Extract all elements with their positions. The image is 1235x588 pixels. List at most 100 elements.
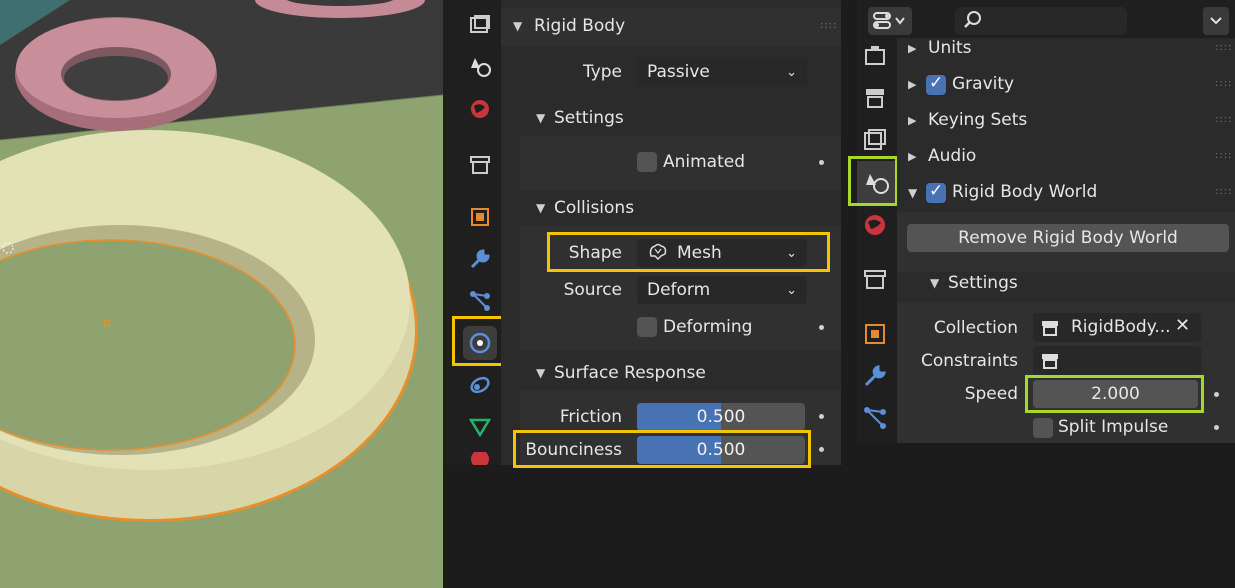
collection-tab[interactable] <box>463 148 497 182</box>
modifier-tab[interactable] <box>463 242 497 276</box>
editor-type-button[interactable] <box>868 7 912 35</box>
modifier-tab[interactable] <box>863 364 887 393</box>
remove-rigid-body-world-button[interactable]: Remove Rigid Body World <box>907 224 1229 252</box>
chevron-down-icon <box>1210 17 1222 25</box>
source-dropdown[interactable]: Deform ⌄ <box>637 276 807 304</box>
wrench-icon <box>864 365 886 387</box>
expand-triangle-icon: ▼ <box>536 111 546 125</box>
expand-triangle-icon: ▼ <box>536 201 546 215</box>
object-icon <box>471 208 489 226</box>
particles-icon <box>470 291 490 311</box>
material-icon <box>471 452 489 465</box>
split-impulse-label: Split Impulse <box>1058 417 1169 437</box>
keyframe-dot[interactable] <box>819 414 824 419</box>
render-tab[interactable] <box>463 8 497 42</box>
friction-value: 0.500 <box>696 407 746 427</box>
collapsed-triangle-icon: ▶ <box>908 42 917 55</box>
animated-label: Animated <box>663 152 746 172</box>
properties-editor-icon <box>873 12 905 29</box>
tool-tab[interactable] <box>863 44 887 73</box>
speed-label: Speed <box>964 384 1018 404</box>
keying-sets-label[interactable]: Keying Sets <box>928 110 1027 130</box>
source-value: Deform <box>647 280 711 300</box>
split-impulse-checkbox[interactable] <box>1033 418 1053 438</box>
scene-tab[interactable] <box>463 50 497 84</box>
3d-viewport[interactable] <box>0 0 443 588</box>
particles-icon <box>864 407 886 429</box>
material-tab[interactable] <box>463 452 497 465</box>
surface-response-label: Surface Response <box>554 363 706 383</box>
gravity-label[interactable]: Gravity <box>952 74 1014 94</box>
collection-icon <box>1042 354 1058 369</box>
collapsed-triangle-icon: ▶ <box>908 150 917 163</box>
data-tab[interactable] <box>463 410 497 444</box>
speed-highlight <box>1025 375 1204 413</box>
collection-value: RigidBody... <box>1071 317 1171 337</box>
particles-tab[interactable] <box>463 284 497 318</box>
friction-slider[interactable]: 0.500 <box>637 403 805 431</box>
image-icon <box>470 15 490 33</box>
drag-handle-icon[interactable]: :::: <box>1215 150 1232 161</box>
constraints-label: Constraints <box>921 351 1018 371</box>
rigid-body-world-checkbox[interactable] <box>926 181 946 203</box>
keyframe-dot[interactable] <box>819 160 824 165</box>
keyframe-dot[interactable] <box>819 447 824 452</box>
viewport-scene <box>0 0 443 588</box>
type-value: Passive <box>647 62 710 82</box>
wrench-icon <box>470 249 490 269</box>
particles-tab[interactable] <box>863 406 887 435</box>
scene-icon <box>471 58 491 77</box>
collection-icon <box>864 270 886 289</box>
search-input[interactable] <box>955 7 1127 35</box>
render-tab[interactable] <box>863 86 887 115</box>
drag-handle-icon[interactable]: :::: <box>1215 42 1232 53</box>
collection-field[interactable]: RigidBody... ✕ <box>1033 313 1201 342</box>
expand-triangle-icon: ▼ <box>908 186 918 200</box>
audio-label[interactable]: Audio <box>928 146 976 166</box>
collection-tab[interactable] <box>863 268 887 297</box>
expand-triangle-icon: ▼ <box>536 366 546 380</box>
drag-handle-icon[interactable]: :::: <box>1215 78 1232 89</box>
collisions-label: Collisions <box>554 198 635 218</box>
clear-icon[interactable]: ✕ <box>1175 315 1190 336</box>
object-icon <box>865 324 885 344</box>
keyframe-dot[interactable] <box>819 325 824 330</box>
drag-handle-icon[interactable]: :::: <box>820 20 837 31</box>
world-icon <box>865 215 885 235</box>
constraints-field[interactable] <box>1033 346 1201 375</box>
world-tab[interactable] <box>463 92 497 126</box>
tool-icon <box>865 46 885 65</box>
object-tab[interactable] <box>863 322 887 351</box>
chevron-down-icon: ⌄ <box>786 282 797 298</box>
rigid-body-title: Rigid Body <box>534 16 626 36</box>
settings-label[interactable]: Settings <box>948 273 1018 293</box>
collection-icon <box>1042 321 1058 336</box>
deforming-checkbox[interactable] <box>637 317 657 337</box>
drag-handle-icon[interactable]: :::: <box>1215 114 1232 125</box>
options-dropdown[interactable] <box>1203 7 1229 35</box>
settings-label: Settings <box>554 108 624 128</box>
deforming-label: Deforming <box>663 317 753 337</box>
constraint-icon <box>470 376 490 394</box>
keyframe-dot[interactable] <box>1214 425 1219 430</box>
render-icon <box>866 89 884 108</box>
type-dropdown[interactable]: Passive ⌄ <box>637 58 807 86</box>
source-label: Source <box>563 280 622 300</box>
friction-label: Friction <box>559 407 622 427</box>
expand-triangle-icon: ▼ <box>513 19 523 33</box>
constraints-tab[interactable] <box>463 368 497 402</box>
units-label[interactable]: Units <box>928 38 971 58</box>
object-tab[interactable] <box>463 200 497 234</box>
gravity-checkbox[interactable] <box>926 73 946 95</box>
rigid-body-world-label[interactable]: Rigid Body World <box>952 182 1097 202</box>
world-tab[interactable] <box>863 213 887 242</box>
drag-handle-icon[interactable]: :::: <box>1215 186 1232 197</box>
animated-checkbox[interactable] <box>637 152 657 172</box>
shape-highlight <box>547 232 830 272</box>
collapsed-triangle-icon: ▶ <box>908 78 917 91</box>
keyframe-dot[interactable] <box>1214 392 1219 397</box>
world-icon <box>471 100 489 118</box>
scene-tab-highlight <box>848 156 898 206</box>
collapsed-triangle-icon: ▶ <box>908 114 917 127</box>
output-tab[interactable] <box>863 128 887 157</box>
